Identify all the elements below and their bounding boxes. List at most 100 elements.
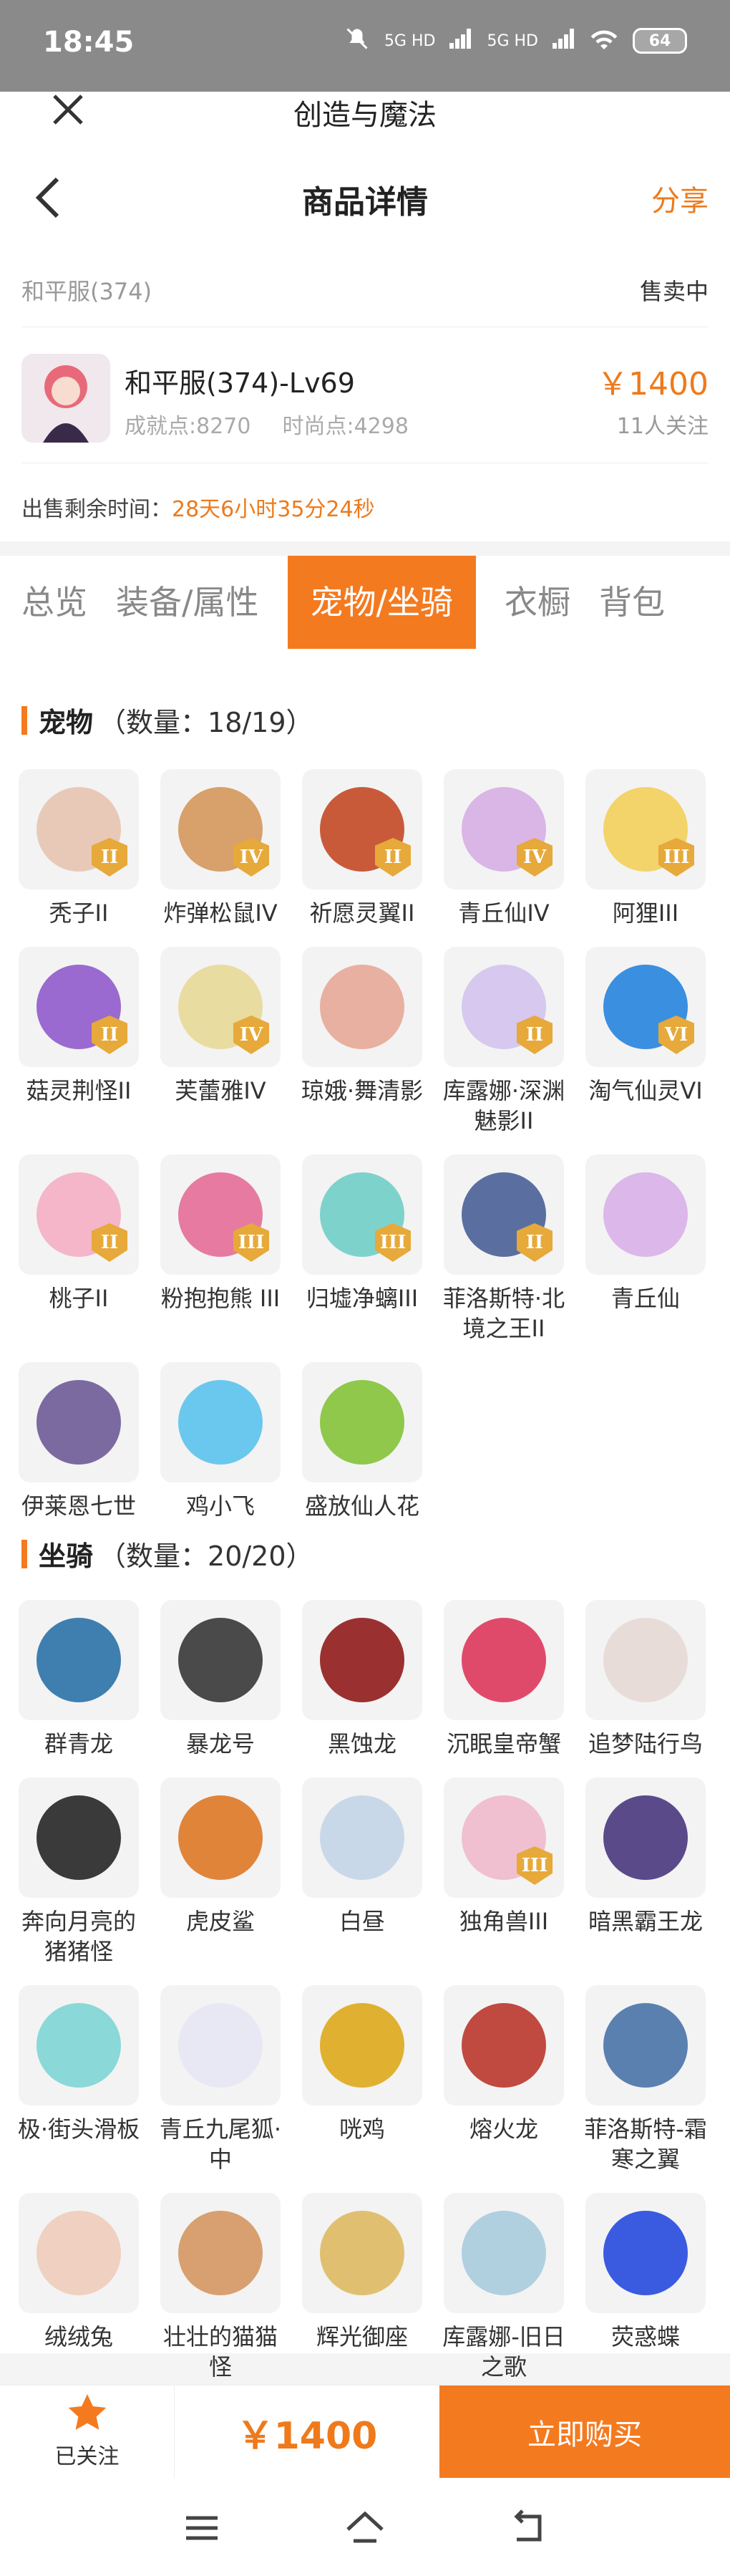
mount-item[interactable]: 辉光御座 [302, 2193, 422, 2382]
fashion-points: 时尚点:4298 [282, 414, 409, 439]
pet-name: 炸弹松鼠IV [163, 899, 278, 927]
pet-item[interactable]: III 归墟净螭III [302, 1154, 422, 1344]
mount-item[interactable]: 群青龙 [19, 1600, 139, 1759]
tab-backpack[interactable]: 背包 [599, 556, 665, 649]
mount-thumbnail [585, 1777, 706, 1898]
pet-item[interactable]: II 菲洛斯特·北境之王II [443, 1154, 565, 1344]
remaining-time-value: 28天6小时35分24秒 [172, 497, 375, 522]
mount-thumbnail [585, 2193, 706, 2313]
pet-item[interactable]: II 秃子II [19, 769, 139, 928]
mount-thumbnail [444, 1985, 564, 2105]
mount-item[interactable]: 奔向月亮的猪猪怪 [19, 1777, 139, 1967]
mount-item[interactable]: 黑蚀龙 [302, 1600, 422, 1759]
pet-item[interactable]: II 菇灵荆怪II [19, 947, 139, 1136]
pet-item[interactable]: 琼娥·舞清影 [301, 947, 423, 1136]
pet-item[interactable]: II 桃子II [19, 1154, 139, 1344]
home-icon[interactable] [344, 2507, 386, 2550]
mount-item[interactable]: 熔火龙 [444, 1985, 564, 2174]
pet-thumbnail: III [585, 769, 706, 889]
back-nav-icon[interactable] [507, 2507, 550, 2550]
tab-bar: 总览 装备/属性 宠物/坐骑 衣橱 背包 [0, 556, 730, 649]
pet-item[interactable]: II 库露娜·深渊魅影II [443, 947, 565, 1136]
pet-item[interactable]: VI 淘气仙灵VI [585, 947, 706, 1136]
pet-thumbnail [302, 1362, 422, 1482]
mount-item[interactable]: 追梦陆行鸟 [585, 1600, 706, 1759]
mount-thumbnail [585, 1985, 706, 2105]
pet-name: 菲洛斯特·北境之王II [442, 1285, 565, 1342]
mounts-count: （数量：20/20） [99, 1540, 313, 1572]
mount-item[interactable]: 白昼 [302, 1777, 422, 1967]
signal-label-1: 5G HD [384, 32, 436, 50]
mount-thumbnail [302, 1777, 422, 1898]
buy-now-button[interactable]: 立即购买 [439, 2386, 730, 2479]
pet-item[interactable]: IV 青丘仙IV [444, 769, 564, 928]
pet-name: 阿狸III [612, 899, 679, 927]
pet-item[interactable]: 伊莱恩七世 [19, 1362, 139, 1521]
sale-status: 售卖中 [639, 278, 709, 305]
pet-name: 盛放仙人花 [304, 1492, 419, 1520]
mount-item[interactable]: 库露娜-旧日之歌 [442, 2193, 565, 2382]
achievement-points: 成就点:8270 [125, 414, 251, 439]
mount-thumbnail [19, 1777, 139, 1898]
mount-item[interactable]: 菲洛斯特-霜寒之翼 [584, 1985, 707, 2174]
pet-thumbnail [585, 1154, 706, 1275]
pet-item[interactable]: IV 炸弹松鼠IV [160, 769, 281, 928]
server-name: 和平服(374) [21, 278, 152, 305]
mount-item[interactable]: 咣鸡 [302, 1985, 422, 2174]
pet-item[interactable]: 鸡小飞 [160, 1362, 281, 1521]
mount-item[interactable]: III 独角兽III [444, 1777, 564, 1967]
mount-item[interactable]: 虎皮鲨 [160, 1777, 281, 1967]
pet-item[interactable]: 盛放仙人花 [302, 1362, 422, 1521]
section-accent-bar [21, 705, 27, 735]
mount-item[interactable]: 极·街头滑板 [18, 1985, 140, 2174]
follow-label: 已关注 [54, 2444, 120, 2469]
mount-thumbnail [160, 1777, 281, 1898]
app-title: 创造与魔法 [293, 99, 437, 132]
tab-wardrobe[interactable]: 衣橱 [505, 556, 570, 649]
mount-item[interactable]: 绒绒兔 [19, 2193, 139, 2382]
mount-thumbnail [19, 1985, 139, 2105]
mount-name: 青丘九尾狐·中 [159, 2116, 282, 2173]
item-info-card: 和平服(374) 售卖中 和平服(374)-Lv69 成就点:8270 时尚点:… [0, 255, 730, 541]
pet-item[interactable]: II 祈愿灵翼II [302, 769, 422, 928]
mount-item[interactable]: 暴龙号 [160, 1600, 281, 1759]
mount-image [320, 2003, 404, 2088]
mount-thumbnail [302, 2193, 422, 2313]
menu-icon[interactable] [180, 2507, 223, 2550]
tab-equipment[interactable]: 装备/属性 [116, 556, 259, 649]
mount-image [178, 2003, 263, 2088]
mounts-grid: 群青龙 暴龙号 黑蚀龙 沉眠皇帝蟹 追梦陆行鸟奔向月亮的猪猪怪 虎皮鲨 白昼 III 独角兽II… [18, 1600, 720, 2382]
battery-icon: 64 [633, 28, 687, 54]
pet-name: 芙蕾雅IV [175, 1077, 266, 1104]
pet-name: 归墟净螭III [306, 1285, 419, 1312]
mount-item[interactable]: 暗黑霸王龙 [585, 1777, 706, 1967]
share-button[interactable]: 分享 [651, 178, 709, 219]
mount-image [462, 1618, 546, 1702]
mount-thumbnail [19, 2193, 139, 2313]
mount-image [178, 1795, 263, 1880]
mount-item[interactable]: 荧惑蝶 [585, 2193, 706, 2382]
rank-badge: IV [233, 838, 269, 877]
tab-overview[interactable]: 总览 [21, 556, 87, 649]
pet-item[interactable]: 青丘仙 [585, 1154, 706, 1344]
pet-item[interactable]: III 阿狸III [585, 769, 706, 928]
mount-image [603, 1618, 688, 1702]
signal-icon [449, 29, 472, 53]
rank-badge: VI [658, 1016, 694, 1054]
mount-name: 辉光御座 [316, 2323, 408, 2350]
pet-name: 青丘仙 [610, 1285, 680, 1312]
mount-item[interactable]: 沉眠皇帝蟹 [444, 1600, 564, 1759]
mount-name: 白昼 [339, 1908, 385, 1935]
status-time: 18:45 [43, 26, 135, 59]
mount-image [178, 2211, 263, 2295]
pet-item[interactable]: III 粉抱抱熊 III [160, 1154, 281, 1344]
pet-image [320, 965, 404, 1049]
mount-item[interactable]: 壮壮的猫猫怪 [160, 2193, 281, 2382]
pet-item[interactable]: IV 芙蕾雅IV [160, 947, 281, 1136]
remaining-time: 出售剩余时间：28天6小时35分24秒 [21, 491, 375, 523]
rank-badge: IV [233, 1016, 269, 1054]
pet-name: 青丘仙IV [458, 899, 550, 927]
mount-item[interactable]: 青丘九尾狐·中 [160, 1985, 281, 2174]
follow-button[interactable]: 已关注 [0, 2386, 175, 2479]
tab-pets-mounts[interactable]: 宠物/坐骑 [287, 556, 476, 649]
